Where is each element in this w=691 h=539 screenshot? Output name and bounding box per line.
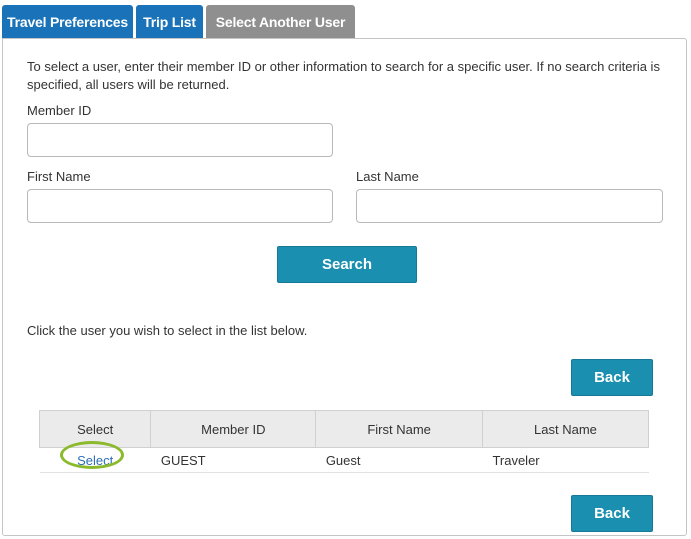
users-table: Select Member ID First Name Last Name Se… [38, 410, 650, 473]
tab-label: Trip List [143, 13, 196, 30]
member-id-field[interactable] [27, 123, 333, 157]
member-id-label: Member ID [27, 103, 92, 118]
back-button-label: Back [594, 505, 630, 522]
table-header-row: Select Member ID First Name Last Name [38, 410, 650, 448]
search-button[interactable]: Search [277, 246, 417, 283]
search-button-label: Search [321, 256, 373, 273]
select-link-label: Select [77, 452, 114, 468]
select-user-panel: To select a user, enter their member ID … [2, 38, 687, 536]
intro-text: To select a user, enter their member ID … [27, 59, 660, 92]
column-header-member-id: Member ID [150, 410, 317, 448]
tab-select-another-user[interactable]: Select Another User [206, 5, 355, 38]
list-instruction: Click the user you wish to select in the… [27, 323, 308, 338]
first-name-cell: Guest [315, 447, 483, 473]
tab-label: Travel Preferences [7, 13, 128, 30]
last-name-cell: Traveler [482, 447, 649, 473]
last-name-field[interactable] [356, 189, 663, 223]
back-button-top[interactable]: Back [571, 359, 653, 396]
select-cell: Select [39, 440, 151, 473]
first-name-field[interactable] [27, 189, 333, 223]
back-button-label: Back [594, 369, 630, 386]
table-row: Select GUEST Guest Traveler [39, 440, 649, 473]
member-id-cell: GUEST [150, 447, 316, 473]
first-name-label: First Name [27, 169, 91, 184]
last-name-label: Last Name [356, 169, 419, 184]
tab-travel-preferences[interactable]: Travel Preferences [2, 5, 133, 38]
tab-label: Select Another User [215, 13, 346, 30]
select-user-link[interactable]: Select [60, 440, 125, 469]
column-header-select: Select [38, 410, 152, 448]
back-button-bottom[interactable]: Back [571, 495, 653, 532]
tab-trip-list[interactable]: Trip List [136, 5, 203, 38]
column-header-last-name: Last Name [481, 410, 650, 448]
column-header-first-name: First Name [315, 410, 483, 448]
